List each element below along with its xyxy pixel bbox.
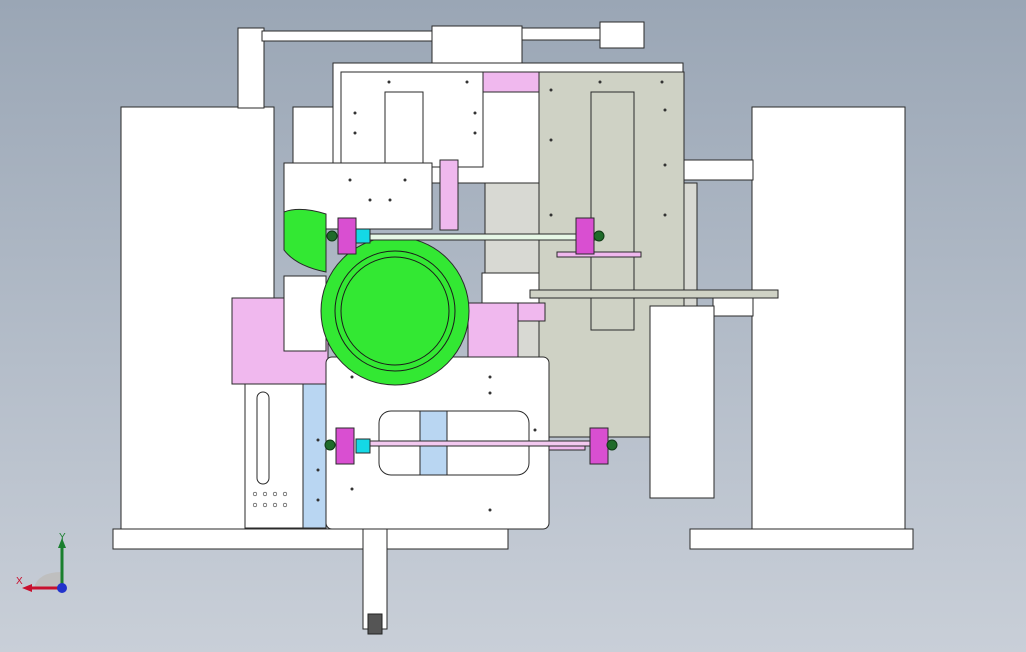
y-axis-label: Y	[59, 532, 66, 543]
bearing-block-lr	[589, 427, 609, 465]
cad-viewport[interactable]	[0, 0, 1026, 652]
left-rail-inner	[256, 391, 270, 485]
top-rail-left-post	[237, 27, 265, 109]
bearing-block-ur	[575, 217, 595, 255]
lower-right-bar	[712, 295, 754, 317]
nut-ur	[593, 230, 605, 242]
left-base-foot	[112, 528, 509, 550]
bottom-nut	[367, 613, 383, 635]
bearing-block-ul	[337, 217, 357, 255]
nut-ul	[326, 230, 338, 242]
nut-lr	[606, 439, 618, 451]
coupling-lower	[355, 438, 371, 454]
pink-top-block	[482, 71, 540, 93]
bearing-block-ll	[335, 427, 355, 465]
lower-shaft	[359, 440, 591, 447]
right-side-block	[751, 106, 906, 530]
top-rail	[261, 30, 443, 42]
x-axis-label: X	[16, 576, 23, 587]
slide-guide	[529, 289, 779, 299]
top-rail-bracket	[599, 21, 645, 49]
upper-right-bar	[682, 159, 754, 181]
nut-ll	[324, 439, 336, 451]
pink-small-block	[517, 302, 546, 322]
upper-window	[384, 91, 424, 167]
assembly-drawing	[112, 21, 914, 635]
pink-mid-block	[467, 302, 519, 359]
coordinate-triad: X Y	[14, 532, 74, 598]
upper-shaft	[359, 233, 601, 241]
right-base-foot	[689, 528, 914, 550]
left-drive-plate	[283, 275, 327, 352]
pink-bar-upper	[556, 251, 642, 258]
right-cover-plate	[649, 305, 715, 499]
blue-rail	[302, 383, 327, 529]
green-wheel-ring	[334, 250, 456, 372]
coupling-upper	[355, 228, 371, 244]
green-cam-segment	[283, 208, 327, 273]
pink-bracket	[439, 159, 459, 231]
